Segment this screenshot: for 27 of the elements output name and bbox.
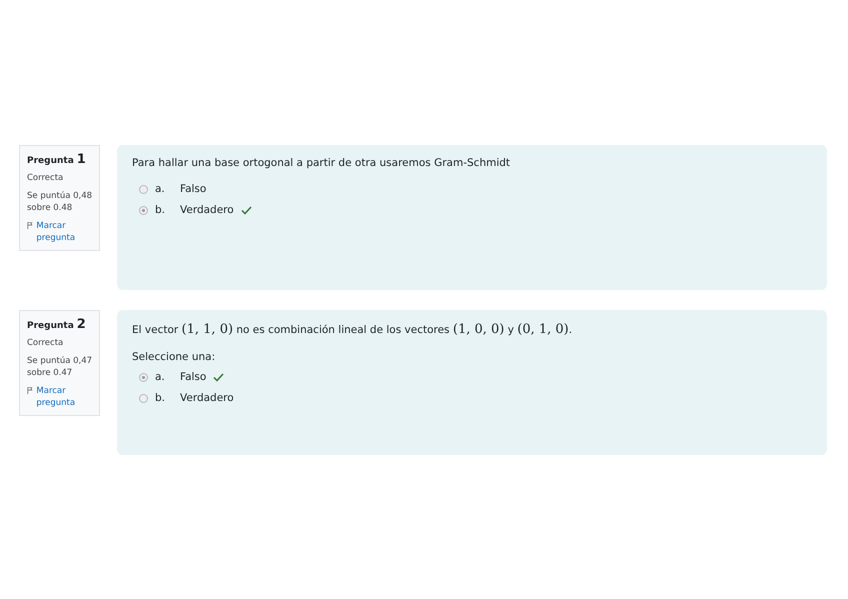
radio-button[interactable] — [139, 184, 148, 194]
question-status: Correcta — [27, 338, 64, 350]
option-letter: b. — [155, 204, 166, 216]
select-prompt: Seleccione una: — [132, 351, 216, 363]
question-text: Para hallar una base ortogonal a partir de otra usaremos Gram-Schmidt — [132, 157, 512, 169]
option-letter: a. — [155, 371, 166, 383]
question-text: El vector (1, 1, 0) no es combinación lineal de los vectores (1, 0, 0) y (0, 1, 0). — [132, 322, 574, 337]
flag-icon — [27, 220, 34, 230]
option-letter: a. — [155, 183, 166, 195]
question-number: Pregunta 2 — [27, 317, 87, 332]
flag-question-link[interactable]: Marcar pregunta — [36, 220, 93, 244]
flag-question-link[interactable]: Marcar pregunta — [36, 386, 93, 410]
option-label: Verdadero — [180, 392, 234, 404]
option-label: Verdadero — [180, 204, 234, 216]
radio-button[interactable] — [139, 206, 148, 214]
question-score: Se puntúa 0,47 sobre 0.47 — [27, 356, 93, 380]
check-icon — [240, 206, 252, 214]
check-icon — [213, 372, 224, 382]
radio-button[interactable] — [139, 372, 148, 382]
option-label: Falso — [180, 371, 206, 383]
question-number: Pregunta 1 — [27, 152, 87, 167]
flag-icon — [27, 386, 34, 395]
option-label: Falso — [180, 183, 206, 195]
radio-button[interactable] — [139, 394, 148, 402]
question-score: Se puntúa 0,48 sobre 0.48 — [27, 190, 93, 215]
option-letter: b. — [155, 392, 166, 404]
question-status: Correcta — [27, 173, 64, 185]
